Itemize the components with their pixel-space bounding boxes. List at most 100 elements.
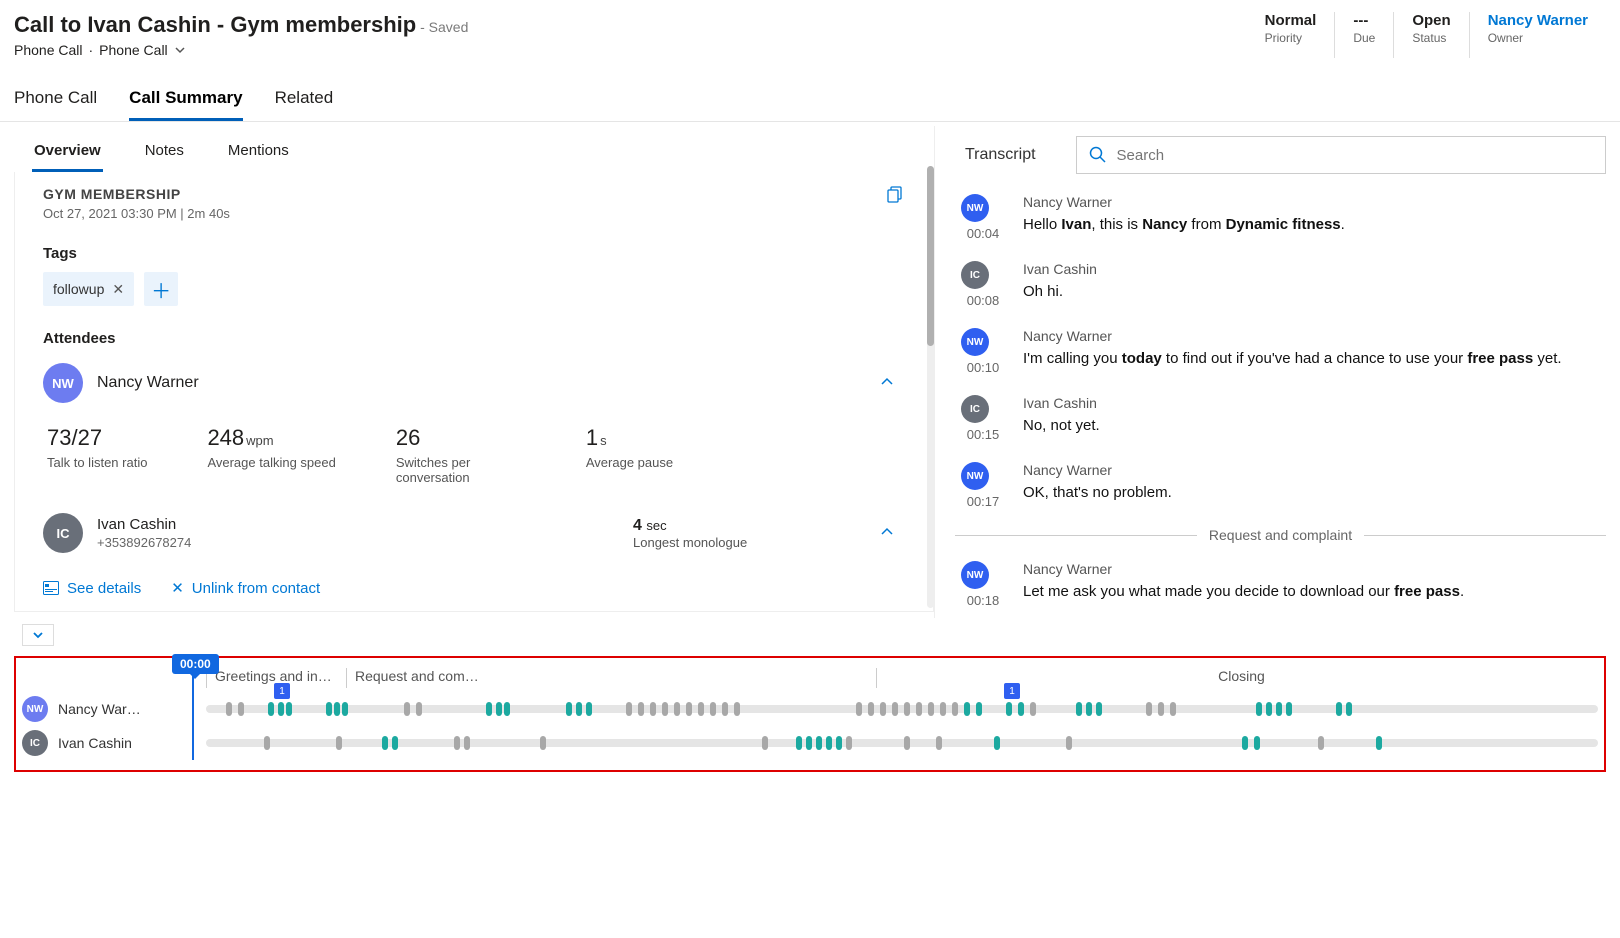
timeline-segment (916, 702, 922, 716)
unlink-link[interactable]: ✕ Unlink from contact (171, 579, 320, 597)
timeline-segment (1076, 702, 1082, 716)
stat-talk-listen: 73/27 Talk to listen ratio (47, 425, 147, 485)
subtab-mentions[interactable]: Mentions (226, 136, 291, 172)
timestamp: 00:04 (961, 226, 1005, 241)
timeline-segment (336, 736, 342, 750)
title-block: Call to Ivan Cashin - Gym membership - S… (14, 12, 468, 58)
close-icon[interactable]: ✕ (112, 281, 124, 298)
chevron-up-icon[interactable] (879, 524, 895, 543)
speaker-name: Ivan Cashin (1023, 395, 1600, 411)
track-row-ivan: IC Ivan Cashin (22, 730, 1598, 756)
timeline-segment (868, 702, 874, 716)
playhead-time[interactable]: 00:00 (172, 654, 219, 674)
tags-label: Tags (43, 245, 905, 262)
transcript-line[interactable]: NW00:17Nancy WarnerOK, that's no problem… (955, 452, 1606, 519)
timeline-segment (710, 702, 716, 716)
timeline-segment (880, 702, 886, 716)
timeline-segment (892, 702, 898, 716)
scrollbar-thumb[interactable] (927, 166, 934, 346)
timeline-segment (904, 702, 910, 716)
status-metric[interactable]: Open Status (1393, 12, 1468, 58)
timeline-segment (342, 702, 348, 716)
transcript-line[interactable]: NW00:10Nancy WarnerI'm calling you today… (955, 318, 1606, 385)
timeline-segment (1170, 702, 1176, 716)
collapse-toggle[interactable] (22, 624, 54, 646)
add-tag-button[interactable]: ＋ (144, 272, 178, 306)
see-details-link[interactable]: See details (43, 579, 141, 597)
overview-title: GYM MEMBERSHIP (43, 186, 905, 202)
timeline-marker[interactable]: 1 (1004, 683, 1020, 699)
chevron-up-icon[interactable] (879, 374, 895, 393)
message-text: Hello Ivan, this is Nancy from Dynamic f… (1023, 214, 1600, 235)
timeline-marker[interactable]: 1 (274, 683, 290, 699)
tab-related[interactable]: Related (275, 80, 334, 121)
transcript-search[interactable] (1076, 136, 1606, 174)
subtitle-type: Phone Call (14, 42, 83, 58)
subtab-overview[interactable]: Overview (32, 136, 103, 172)
timeline-segment (1086, 702, 1092, 716)
priority-metric[interactable]: Normal Priority (1247, 12, 1335, 58)
timeline-segment (928, 702, 934, 716)
timeline-segment (286, 702, 292, 716)
left-panel: Overview Notes Mentions GYM MEMBERSHIP O… (14, 126, 934, 618)
track-nancy[interactable]: 1 1 (206, 705, 1598, 713)
attendee-ivan[interactable]: IC Ivan Cashin +353892678274 4 sec Longe… (43, 513, 905, 553)
transcript-line[interactable]: NW00:04Nancy WarnerHello Ivan, this is N… (955, 184, 1606, 251)
timeline-segment (638, 702, 644, 716)
timeline-segment (326, 702, 332, 716)
due-metric[interactable]: --- Due (1334, 12, 1393, 58)
tab-phone-call[interactable]: Phone Call (14, 80, 97, 121)
transcript-line[interactable]: NW00:18Nancy WarnerLet me ask you what m… (955, 551, 1606, 618)
transcript-header: Transcript (955, 126, 1606, 184)
timeline-panel: 00:00 Greetings and in… Request and com…… (14, 656, 1606, 772)
transcript-lines: NW 00:04 Nancy Warner Hello Ivan, this is N… (955, 184, 1606, 618)
avatar: NW (961, 194, 989, 222)
tab-call-summary[interactable]: Call Summary (129, 80, 242, 121)
attendee-stats: 73/27 Talk to listen ratio 248wpm Averag… (43, 425, 905, 485)
timeline-segment (226, 702, 232, 716)
timeline-segment (238, 702, 244, 716)
speaker-name: Nancy Warner (1023, 462, 1600, 478)
timeline-segment (1158, 702, 1164, 716)
header-metrics: Normal Priority --- Due Open Status Nanc… (1247, 12, 1606, 58)
subtitle-dropdown[interactable]: Phone Call (99, 42, 168, 58)
tag-chip-followup[interactable]: followup ✕ (43, 272, 134, 306)
scrollbar[interactable] (927, 166, 934, 608)
transcript-divider: Request and complaint (955, 527, 1606, 543)
subtab-notes[interactable]: Notes (143, 136, 186, 172)
sub-tabs: Overview Notes Mentions (14, 126, 934, 172)
copy-icon[interactable] (887, 186, 905, 207)
transcript-line[interactable]: IC00:08Ivan CashinOh hi. (955, 251, 1606, 318)
search-input[interactable] (1117, 147, 1593, 164)
timeline-segment (904, 736, 910, 750)
stat-avg-pause: 1s Average pause (586, 425, 673, 485)
track-ivan[interactable] (206, 739, 1598, 747)
timeline-segment (662, 702, 668, 716)
timeline-segment (1254, 736, 1260, 750)
timeline-segment (334, 702, 340, 716)
avatar: IC (43, 513, 83, 553)
message-text: No, not yet. (1023, 415, 1600, 436)
playhead-line[interactable] (192, 672, 194, 760)
attendee-nancy[interactable]: NW Nancy Warner (43, 363, 905, 403)
owner-metric[interactable]: Nancy Warner Owner (1469, 12, 1606, 58)
timestamp: 00:18 (961, 593, 1005, 608)
timestamp: 00:15 (961, 427, 1005, 442)
timeline-segment (686, 702, 692, 716)
timeline-segment (496, 702, 502, 716)
stat-longest-monologue: 4 sec Longest monologue (633, 517, 747, 550)
transcript-line[interactable]: IC00:15Ivan CashinNo, not yet. (955, 385, 1606, 452)
timeline-segment (796, 736, 802, 750)
timeline-segment (1018, 702, 1024, 716)
avatar: NW (22, 696, 48, 722)
chevron-down-icon[interactable] (174, 44, 186, 56)
timeline-segment (1376, 736, 1382, 750)
search-icon (1089, 146, 1107, 164)
message-text: Let me ask you what made you decide to d… (1023, 581, 1600, 602)
transcript-label: Transcript (955, 146, 1036, 164)
avatar: NW (961, 462, 989, 490)
message-text: I'm calling you today to find out if you… (1023, 348, 1600, 369)
timeline-segment (404, 702, 410, 716)
overview-meta: Oct 27, 2021 03:30 PM | 2m 40s (43, 206, 905, 221)
transcript-panel: Transcript NW 00:04 Nancy Warner Hello Ivan… (934, 126, 1606, 618)
